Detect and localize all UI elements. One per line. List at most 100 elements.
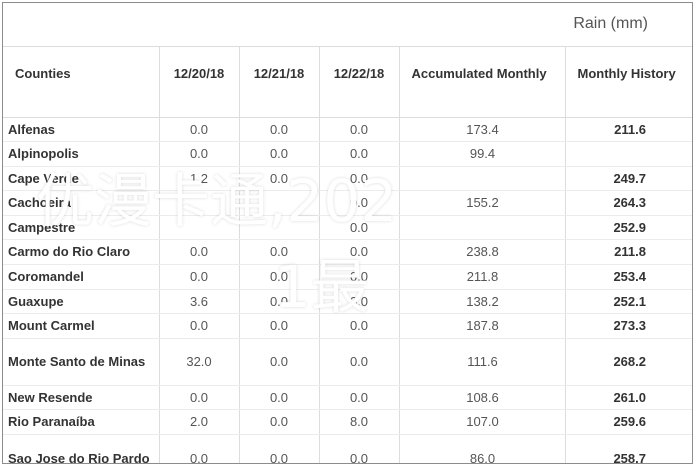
- cell-date-3: 0.0: [319, 166, 400, 192]
- cell-accumulated: 99.4: [399, 141, 566, 167]
- cell-date-3: 0.0: [319, 289, 400, 315]
- table-body: Alfenas 0.0 0.0 0.0 173.4 211.6 Alpinopolis 0.0…: [3, 117, 692, 463]
- cell-county: New Resende: [3, 385, 160, 411]
- cell-accumulated: 107.0: [399, 409, 566, 436]
- cell-county: Carmo do Rio Claro: [3, 239, 160, 266]
- cell-date-2: 0.0: [239, 166, 320, 192]
- cell-history: 249.7: [565, 166, 692, 192]
- cell-date-1: 0.0: [159, 141, 240, 167]
- cell-history: 273.3: [565, 313, 692, 339]
- cell-date-1: [159, 215, 240, 241]
- cell-date-2: 0.0: [239, 289, 320, 315]
- cell-date-1: 1.2: [159, 166, 240, 192]
- header-date-1[interactable]: 12/20/18: [159, 47, 240, 118]
- cell-date-3: 0.0: [319, 338, 400, 386]
- cell-date-2: 0.0: [239, 239, 320, 266]
- cell-date-1: 2.0: [159, 409, 240, 436]
- cell-date-1: 32.0: [159, 338, 240, 386]
- cell-accumulated: 108.6: [399, 385, 566, 411]
- cell-accumulated: 138.2: [399, 289, 566, 315]
- cell-history: 261.0: [565, 385, 692, 411]
- cell-date-1: 0.0: [159, 313, 240, 339]
- table-row: Sao Jose do Rio Pardo 0.0 0.0 0.0 86.0 258.7: [3, 434, 692, 463]
- cell-county: Rio Paranaíba: [3, 409, 160, 436]
- header-accumulated-monthly[interactable]: Accumulated Monthly: [399, 47, 566, 118]
- cell-county: Alpinopolis: [3, 141, 160, 167]
- cell-history: 211.8: [565, 239, 692, 266]
- table-row: Monte Santo de Minas 32.0 0.0 0.0 111.6 268.2: [3, 338, 692, 386]
- cell-accumulated: [399, 166, 566, 192]
- cell-history: 268.2: [565, 338, 692, 386]
- cell-date-3: 0.0: [319, 190, 400, 216]
- cell-date-2: 0.0: [239, 409, 320, 436]
- cell-date-3: 0.0: [319, 264, 400, 290]
- cell-county: Coromandel: [3, 264, 160, 290]
- cell-history: 259.6: [565, 409, 692, 436]
- cell-date-3: 0.0: [319, 434, 400, 463]
- table-row: Carmo do Rio Claro 0.0 0.0 0.0 238.8 211.8: [3, 239, 692, 266]
- cell-history: [565, 141, 692, 167]
- table-row: Campestre 0.0 252.9: [3, 215, 692, 241]
- cell-date-3: 0.0: [319, 117, 400, 143]
- cell-date-1: 0.0: [159, 385, 240, 411]
- table-title: Rain (mm): [573, 15, 648, 32]
- cell-history: 252.9: [565, 215, 692, 241]
- cell-county: Mount Carmel: [3, 313, 160, 339]
- header-monthly-history[interactable]: Monthly History: [565, 47, 692, 118]
- cell-county: Campestre: [3, 215, 160, 241]
- cell-date-2: 0.0: [239, 117, 320, 143]
- cell-county: Alfenas: [3, 117, 160, 143]
- cell-history: 264.3: [565, 190, 692, 216]
- table-row: Cachoeira 0.0 155.2 264.3: [3, 190, 692, 216]
- table-row: Guaxupe 3.6 0.0 0.0 138.2 252.1: [3, 289, 692, 315]
- table-row: New Resende 0.0 0.0 0.0 108.6 261.0: [3, 385, 692, 411]
- cell-date-2: 0.0: [239, 434, 320, 463]
- cell-date-1: 3.6: [159, 289, 240, 315]
- cell-history: 252.1: [565, 289, 692, 315]
- table-row: Mount Carmel 0.0 0.0 0.0 187.8 273.3: [3, 313, 692, 339]
- cell-history: 211.6: [565, 117, 692, 143]
- header-date-2[interactable]: 12/21/18: [239, 47, 320, 118]
- header-date-3[interactable]: 12/22/18: [319, 47, 400, 118]
- rain-table: Counties 12/20/18 12/21/18 12/22/18 Accu…: [3, 47, 692, 463]
- table-row: Rio Paranaíba 2.0 0.0 8.0 107.0 259.6: [3, 409, 692, 436]
- cell-date-1: 0.0: [159, 239, 240, 266]
- cell-date-2: 0.0: [239, 264, 320, 290]
- cell-accumulated: 86.0: [399, 434, 566, 463]
- cell-date-3: 0.0: [319, 313, 400, 339]
- cell-accumulated: 187.8: [399, 313, 566, 339]
- cell-county: Cachoeira: [3, 190, 160, 216]
- cell-accumulated: 173.4: [399, 117, 566, 143]
- cell-date-3: 8.0: [319, 409, 400, 436]
- cell-date-3: 0.0: [319, 385, 400, 411]
- header-counties[interactable]: Counties: [3, 47, 160, 118]
- cell-date-2: 0.0: [239, 385, 320, 411]
- cell-accumulated: 211.8: [399, 264, 566, 290]
- table-header-row: Counties 12/20/18 12/21/18 12/22/18 Accu…: [3, 47, 692, 118]
- cell-history: 258.7: [565, 434, 692, 463]
- rain-table-panel: Rain (mm) Counties 12/20/18 12/21/18 12/…: [2, 2, 693, 464]
- cell-date-3: 0.0: [319, 239, 400, 266]
- cell-county: Guaxupe: [3, 289, 160, 315]
- cell-date-2: 0.0: [239, 141, 320, 167]
- table-row: Alfenas 0.0 0.0 0.0 173.4 211.6: [3, 117, 692, 143]
- cell-history: 253.4: [565, 264, 692, 290]
- cell-date-3: 0.0: [319, 141, 400, 167]
- cell-county: Sao Jose do Rio Pardo: [3, 434, 160, 463]
- table-row: Cape Verde 1.2 0.0 0.0 249.7: [3, 166, 692, 192]
- cell-date-2: 0.0: [239, 338, 320, 386]
- table-title-bar: Rain (mm): [3, 3, 692, 47]
- cell-county: Monte Santo de Minas: [3, 338, 160, 386]
- cell-date-2: [239, 215, 320, 241]
- cell-date-1: 0.0: [159, 117, 240, 143]
- cell-accumulated: 155.2: [399, 190, 566, 216]
- cell-date-3: 0.0: [319, 215, 400, 241]
- cell-accumulated: 238.8: [399, 239, 566, 266]
- cell-date-1: 0.0: [159, 264, 240, 290]
- cell-date-1: 0.0: [159, 434, 240, 463]
- cell-accumulated: [399, 215, 566, 241]
- cell-date-2: [239, 190, 320, 216]
- table-row: Coromandel 0.0 0.0 0.0 211.8 253.4: [3, 264, 692, 290]
- cell-accumulated: 111.6: [399, 338, 566, 386]
- table-row: Alpinopolis 0.0 0.0 0.0 99.4: [3, 141, 692, 167]
